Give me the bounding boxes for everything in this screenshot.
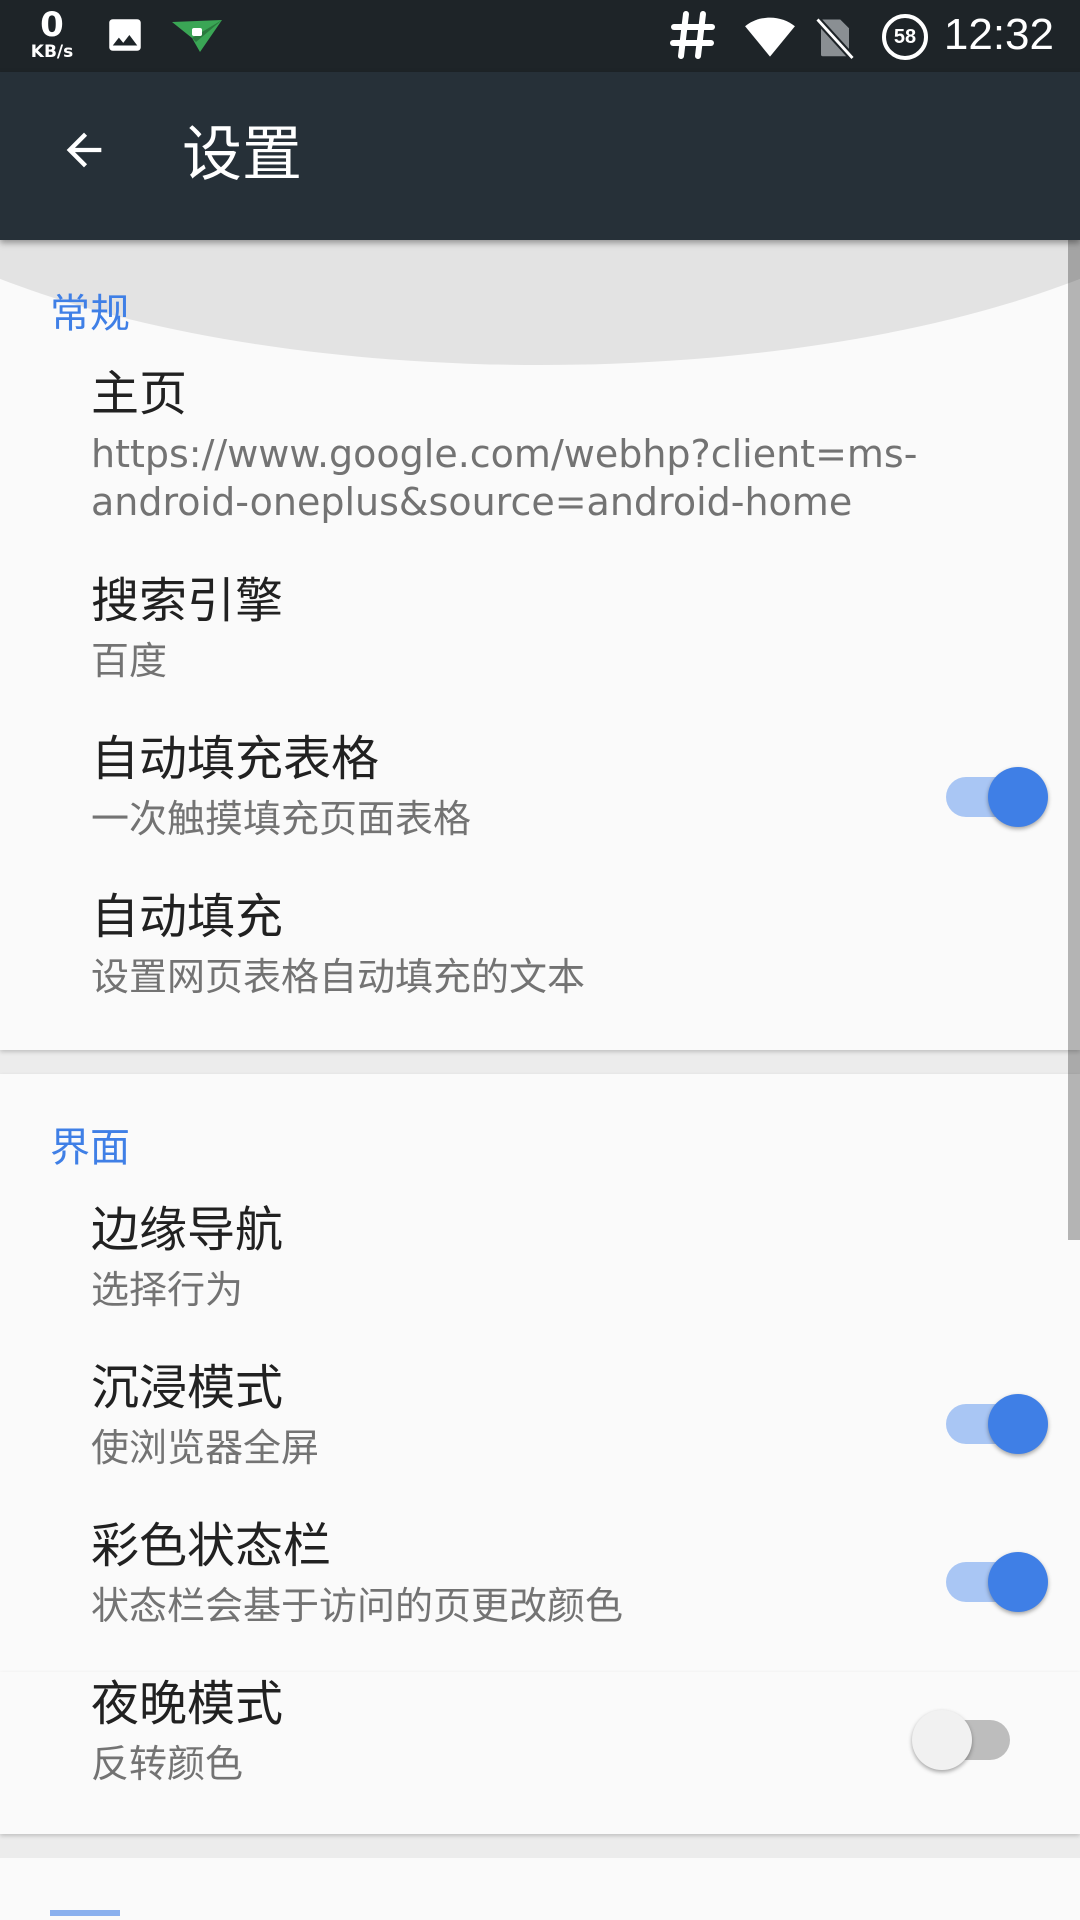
wifi-icon: [744, 14, 796, 62]
pref-summary: 选择行为: [91, 1267, 244, 1312]
pref-summary: https://www.google.com/webhp?client=ms-a…: [91, 431, 918, 524]
night-mode-toggle[interactable]: [912, 1698, 1038, 1770]
pref-night-mode[interactable]: 夜晚模式 反转颜色: [91, 1676, 931, 1788]
pref-title: 自动填充表格: [91, 731, 380, 787]
battery-icon: 58: [882, 14, 928, 60]
toggle-thumb: [988, 1552, 1048, 1612]
pref-summary: 反转颜色: [91, 1741, 244, 1786]
hash-icon: [670, 10, 716, 64]
pref-summary: 百度: [91, 638, 168, 683]
no-sim-icon: [814, 14, 856, 64]
pref-title: 边缘导航: [91, 1202, 284, 1258]
network-speed-unit: KB/s: [30, 42, 74, 62]
pref-autofill-text[interactable]: 自动填充 设置网页表格自动填充的文本: [91, 889, 931, 1001]
pref-title: 彩色状态栏: [91, 1518, 332, 1574]
toggle-thumb: [988, 1394, 1048, 1454]
immersive-mode-toggle[interactable]: [942, 1382, 1048, 1454]
next-section-header-partial: [50, 1910, 120, 1916]
pref-search-engine[interactable]: 搜索引擎 百度: [91, 573, 931, 685]
pref-title: 沉浸模式: [91, 1360, 284, 1416]
colored-statusbar-toggle[interactable]: [942, 1540, 1048, 1612]
pref-colored-statusbar[interactable]: 彩色状态栏 状态栏会基于访问的页更改颜色: [91, 1518, 931, 1630]
status-time: 12:32: [943, 10, 1054, 59]
scrollbar[interactable]: [1068, 240, 1080, 1240]
pref-immersive-mode[interactable]: 沉浸模式 使浏览器全屏: [91, 1360, 931, 1472]
pref-title: 自动填充: [91, 889, 284, 945]
page-title: 设置: [182, 120, 302, 190]
pref-summary: 使浏览器全屏: [91, 1425, 320, 1470]
overscroll-glow: [0, 240, 1080, 365]
back-button[interactable]: [44, 112, 124, 192]
settings-list[interactable]: 常规 主页 https://www.google.com/webhp?clien…: [0, 240, 1080, 1920]
section-card-general: 常规 主页 https://www.google.com/webhp?clien…: [0, 240, 1080, 1050]
pref-autofill-forms[interactable]: 自动填充表格 一次触摸填充页面表格: [91, 731, 931, 843]
airdroid-icon: [170, 18, 224, 58]
app-toolbar: 设置: [0, 72, 1080, 240]
pref-title: 搜索引擎: [91, 573, 284, 629]
section-header-general: 常规: [50, 291, 130, 337]
pref-summary: 设置网页表格自动填充的文本: [91, 954, 586, 999]
arrow-back-icon: [58, 124, 110, 180]
network-speed-value: 0: [40, 5, 64, 45]
pref-summary: 一次触摸填充页面表格: [91, 796, 472, 841]
pref-title: 夜晚模式: [91, 1676, 284, 1732]
network-speed: 0 KB/s: [22, 8, 82, 61]
section-header-interface: 界面: [50, 1125, 130, 1171]
section-card-next: [0, 1858, 1080, 1920]
section-card-interface-tail: 夜晚模式 反转颜色: [0, 1672, 1080, 1834]
section-card-interface: 界面 边缘导航 选择行为 沉浸模式 使浏览器全屏 彩色状态栏 状态栏会基于访问的…: [0, 1074, 1080, 1672]
toggle-thumb: [912, 1710, 972, 1770]
pref-summary: 状态栏会基于访问的页更改颜色: [91, 1583, 624, 1628]
pref-edge-navigation[interactable]: 边缘导航 选择行为: [91, 1202, 931, 1314]
status-bar: 0 KB/s 58 12:32: [0, 0, 1080, 72]
pref-title: 主页: [91, 366, 188, 422]
pref-homepage[interactable]: 主页 https://www.google.com/webhp?client=m…: [91, 366, 931, 526]
image-icon: [104, 14, 146, 60]
toggle-thumb: [988, 767, 1048, 827]
autofill-forms-toggle[interactable]: [942, 755, 1048, 827]
